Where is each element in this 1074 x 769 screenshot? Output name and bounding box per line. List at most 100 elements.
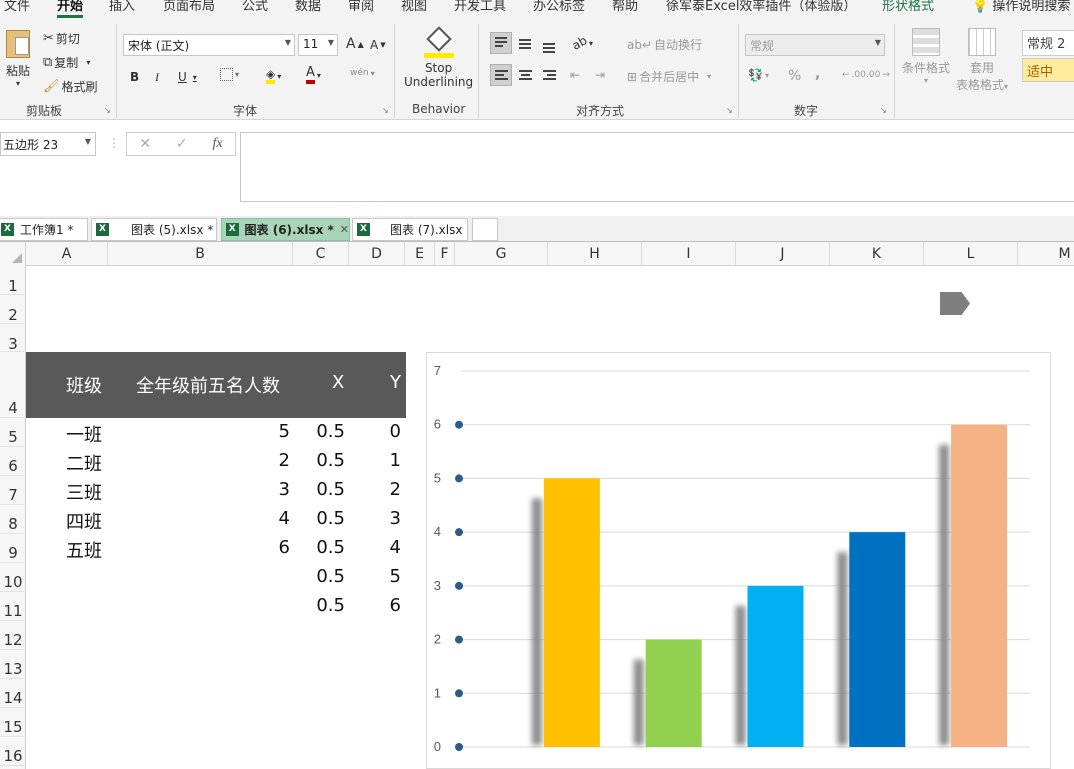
menu-review[interactable]: 审阅 [348,0,374,14]
workbook-tab-4[interactable]: X 图表 (7).xlsx [352,218,468,241]
row-header-3[interactable]: 3 [0,324,26,353]
menu-home[interactable]: 开始 [57,0,84,18]
column-header-g[interactable]: G [455,242,548,266]
align-top-button[interactable] [490,32,512,54]
worksheet-grid[interactable]: 班级 全年级前五名人数 X Y 一班 5 0.5 0 二班 2 0.5 1 三班 3 0.5 2 四班 4… [26,266,1074,769]
cell-class[interactable]: 二班 [66,450,126,476]
cell-y[interactable]: 3 [348,508,401,529]
cell-y[interactable]: 5 [348,566,401,587]
column-header-f[interactable]: F [435,242,455,266]
italic-button[interactable]: I [155,70,159,85]
decrease-decimal-button[interactable]: .00 → [866,70,890,80]
dialog-launcher-icon[interactable]: ↘ [104,106,111,115]
insert-function-icon[interactable]: fx [212,136,222,152]
accounting-format-button[interactable]: 💱 ▾ [748,68,769,82]
cell-style-medium[interactable]: 适中 [1022,58,1074,82]
bold-button[interactable]: B [130,70,139,84]
borders-button[interactable]: ▾ [220,68,239,81]
shrink-font-button[interactable]: A ▼ [370,38,386,52]
grow-font-button[interactable]: A ▲ [346,36,364,52]
cell-x[interactable]: 0.5 [293,537,345,558]
column-header-m[interactable]: M [1018,242,1074,266]
align-bottom-button[interactable] [538,32,560,54]
cell-y[interactable]: 4 [348,537,401,558]
font-size-select[interactable]: 11 ▼ [298,34,338,56]
menu-shape-format[interactable]: 形状格式 [882,0,934,14]
menu-formulas[interactable]: 公式 [242,0,268,14]
column-header-l[interactable]: L [924,242,1018,266]
workbook-tab-1[interactable]: X 工作簿1 * [0,218,88,241]
close-icon[interactable]: ✕ [340,223,349,236]
row-header-13[interactable]: 13 [0,650,26,679]
cell-class[interactable]: 五班 [66,537,126,563]
font-name-select[interactable]: 宋体 (正文) ▼ [123,34,295,56]
column-header-b[interactable]: B [108,242,293,266]
row-header-7[interactable]: 7 [0,476,26,505]
row-header-2[interactable]: 2 [0,295,26,324]
row-header-9[interactable]: 9 [0,534,26,563]
dialog-launcher-icon[interactable]: ↘ [382,106,389,115]
align-middle-button[interactable] [514,32,536,54]
row-header-6[interactable]: 6 [0,447,26,476]
column-header-a[interactable]: A [26,242,108,266]
row-header-10[interactable]: 10 [0,563,26,592]
name-box[interactable]: 五边形 23 ▼ [0,132,96,156]
cell-x[interactable]: 0.5 [293,479,345,500]
menu-insert[interactable]: 插入 [109,0,135,14]
menu-file[interactable]: 文件 [4,0,30,14]
menu-plugin[interactable]: 徐军泰Excel效率插件（体验版） [666,0,856,14]
comma-style-button[interactable]: , [815,66,820,82]
underline-button[interactable]: U ▾ [178,70,197,84]
cell-x[interactable]: 0.5 [293,508,345,529]
dialog-launcher-icon[interactable]: ↘ [880,106,887,115]
cell-x[interactable]: 0.5 [293,421,345,442]
phonetic-guide-button[interactable]: wén ▾ [350,68,375,78]
increase-decimal-button[interactable]: ← .00 [842,70,866,80]
copy-button[interactable]: ⧉ 复制 ▾ [43,54,90,71]
row-header-4[interactable]: 4 [0,352,26,418]
column-header-j[interactable]: J [736,242,830,266]
table-header-top5-count[interactable]: 全年级前五名人数 [136,372,280,398]
workbook-tab-3[interactable]: X 图表 (6).xlsx * ✕ [221,218,350,241]
cell-class[interactable]: 一班 [66,421,126,447]
cell-x[interactable]: 0.5 [293,450,345,471]
column-header-i[interactable]: I [642,242,736,266]
number-format-select[interactable]: 常规 ▼ [745,34,885,56]
row-header-15[interactable]: 15 [0,708,26,737]
align-right-button[interactable] [538,64,560,86]
wrap-text-button[interactable]: ab↵ 自动换行 [627,36,702,53]
format-painter-button[interactable]: 🖌 格式刷 [43,78,98,95]
format-as-table-button[interactable]: 套用 表格格式▾ [956,28,1008,93]
fill-color-button[interactable]: ◈ ▾ [266,68,281,84]
dialog-launcher-icon[interactable]: ↘ [726,106,733,115]
row-header-11[interactable]: 11 [0,592,26,621]
row-header-1[interactable]: 1 [0,266,26,295]
cell-top5-count[interactable]: 4 [136,508,290,529]
column-header-d[interactable]: D [349,242,405,266]
increase-indent-button[interactable]: ⇥ [595,68,605,82]
select-all-button[interactable] [0,242,26,266]
orientation-button[interactable]: ab ▾ [570,33,593,53]
cell-top5-count[interactable]: 6 [136,537,290,558]
cell-style-normal[interactable]: 常规 2 [1022,30,1074,56]
align-center-button[interactable] [514,64,536,86]
cut-button[interactable]: ✂ 剪切 [43,30,80,47]
cell-y[interactable]: 6 [348,595,401,616]
table-header-class[interactable]: 班级 [66,372,102,398]
table-header-x[interactable]: X [332,372,344,393]
cell-class[interactable]: 三班 [66,479,126,505]
table-header-y[interactable]: Y [390,372,401,393]
cell-x[interactable]: 0.5 [293,595,345,616]
menu-tell-me[interactable]: 💡 操作说明搜索 [972,0,1070,14]
cell-class[interactable]: 四班 [66,508,126,534]
row-header-16[interactable]: 16 [0,737,26,766]
align-left-button[interactable] [490,64,512,86]
percent-style-button[interactable]: % [788,68,801,84]
row-header-8[interactable]: 8 [0,505,26,534]
merge-center-button[interactable]: ⊞ 合并后居中 ▾ [627,68,711,85]
pentagon-shape[interactable] [940,292,970,315]
cell-top5-count[interactable]: 2 [136,450,290,471]
font-color-button[interactable]: A ▾ [306,66,321,84]
cell-y[interactable]: 1 [348,450,401,471]
menu-office-tab[interactable]: 办公标签 [533,0,585,14]
